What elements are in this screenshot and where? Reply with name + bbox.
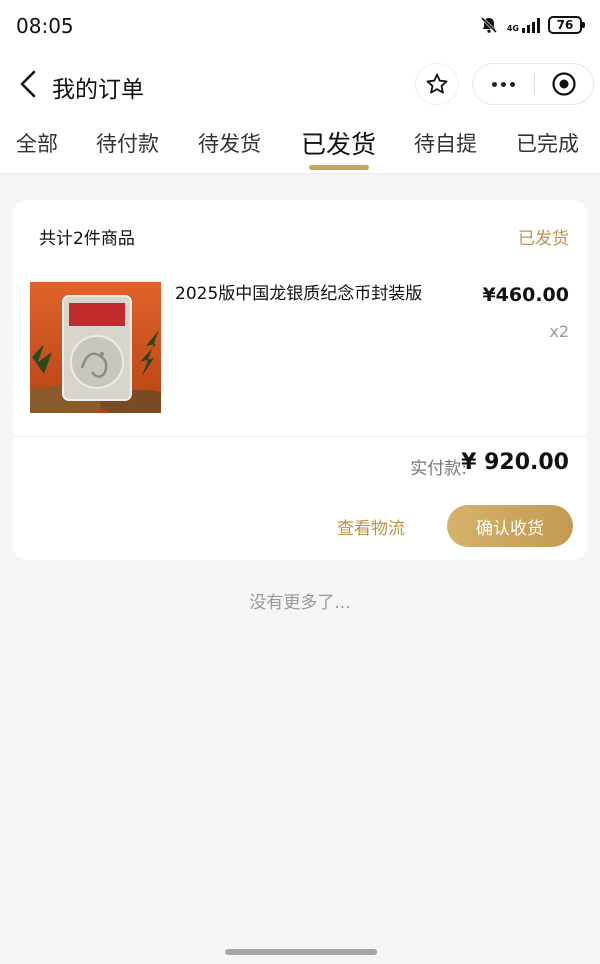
active-tab-indicator	[309, 165, 369, 170]
status-time: 08:05	[16, 14, 74, 38]
network-type: 4G	[506, 24, 519, 33]
order-status: 已发货	[518, 229, 569, 249]
mini-program-capsule	[472, 63, 594, 105]
more-dots-icon[interactable]	[473, 64, 534, 104]
tab-pending-shipment[interactable]: 待发货	[198, 128, 261, 158]
tab-pending-payment[interactable]: 待付款	[96, 128, 159, 158]
product-quantity: x2	[549, 322, 569, 341]
view-logistics-button[interactable]: 查看物流	[319, 506, 423, 546]
close-circle-icon[interactable]	[535, 64, 593, 104]
order-card[interactable]: 共计2件商品 已发货 2025版中国龙银质纪念币封装版 ¥460.00 x2 实…	[13, 200, 587, 560]
product-name[interactable]: 2025版中国龙银质纪念币封装版	[175, 282, 425, 306]
tab-pending-pickup[interactable]: 待自提	[414, 128, 477, 158]
card-divider	[13, 436, 587, 437]
battery-level: 76	[556, 18, 574, 32]
order-item-count: 共计2件商品	[39, 229, 135, 249]
signal-indicator: 4G	[507, 17, 540, 33]
product-image[interactable]	[30, 282, 161, 413]
back-arrow-icon	[20, 70, 36, 98]
confirm-receipt-button[interactable]: 确认收货	[447, 505, 573, 547]
tab-all[interactable]: 全部	[16, 128, 58, 158]
status-indicators: 4G 76	[479, 15, 585, 35]
status-bar: 08:05 4G 76	[0, 0, 600, 52]
page-title: 我的订单	[52, 77, 144, 103]
favorite-button[interactable]	[415, 63, 459, 105]
tab-completed[interactable]: 已完成	[516, 128, 579, 158]
tab-shipped[interactable]: 已发货	[301, 125, 376, 161]
paid-amount: ¥ 920.00	[461, 450, 569, 475]
no-more-text: 没有更多了...	[249, 593, 351, 613]
order-tabs: 全部 待付款 待发货 已发货 待自提 已完成	[0, 118, 600, 174]
bell-muted-icon	[480, 16, 497, 34]
home-indicator[interactable]	[225, 949, 377, 955]
back-button[interactable]	[14, 68, 42, 100]
signal-bars-icon	[522, 17, 540, 33]
nav-bar: 我的订单	[0, 56, 600, 112]
paid-label: 实付款:	[410, 459, 467, 479]
battery-icon: 76	[548, 16, 585, 34]
star-icon	[426, 73, 448, 94]
product-price: ¥460.00	[482, 284, 569, 306]
